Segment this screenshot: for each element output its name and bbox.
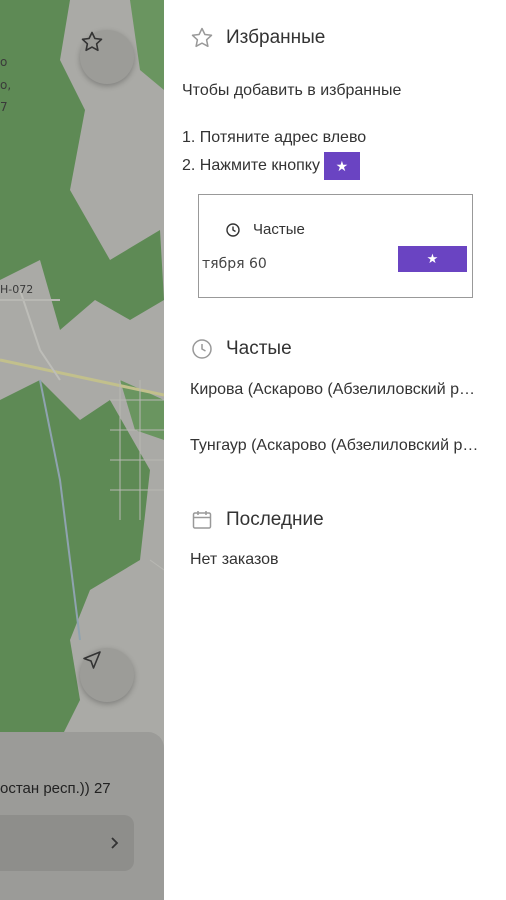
map-road-label: Н-072	[0, 283, 34, 296]
frequent-header: Частые	[190, 337, 292, 361]
favorites-step-2-label: 2. Нажмите кнопку	[182, 157, 320, 175]
address-select-button[interactable]	[0, 815, 134, 871]
chevron-right-icon	[111, 837, 119, 849]
favorites-hint: Чтобы добавить в избранные	[182, 82, 402, 99]
favorites-step-1: 1. Потяните адрес влево	[182, 129, 367, 146]
favorites-header: Избранные	[190, 26, 325, 50]
demo-header: Частые	[225, 221, 305, 238]
frequent-title: Частые	[226, 338, 292, 359]
star-icon	[81, 31, 103, 52]
map-label: 7	[0, 100, 8, 114]
demo-star-button: ★	[398, 246, 467, 272]
star-button-example: ★	[323, 152, 360, 180]
recent-empty-text: Нет заказов	[190, 551, 279, 568]
clock-icon	[226, 222, 240, 237]
recent-header: Последние	[190, 508, 324, 532]
calendar-icon	[190, 508, 214, 532]
favorites-demo-card: Частые тября 60 ★	[198, 194, 473, 298]
clock-icon	[190, 337, 214, 361]
address-text[interactable]: остан респ.)) 27	[0, 780, 111, 797]
navigation-arrow-icon	[83, 651, 101, 669]
recent-title: Последние	[226, 509, 324, 530]
favorites-fab[interactable]	[80, 30, 134, 84]
favorites-title: Избранные	[226, 27, 326, 48]
star-icon	[190, 26, 214, 50]
demo-row-text: тября 60	[202, 256, 267, 272]
demo-header-label: Частые	[253, 221, 305, 238]
favorites-step-2: 2. Нажмите кнопку ★	[182, 152, 360, 180]
frequent-item[interactable]: Тунгаур (Аскарово (Абзелиловский р-н))	[190, 437, 480, 455]
my-location-fab[interactable]	[80, 648, 134, 702]
favorites-drawer: Избранные Чтобы добавить в избранные 1. …	[164, 0, 506, 900]
frequent-item[interactable]: Кирова (Аскарово (Абзелиловский р-н))	[190, 381, 480, 399]
map-label: о	[0, 55, 8, 69]
map-label: о,	[0, 78, 12, 92]
